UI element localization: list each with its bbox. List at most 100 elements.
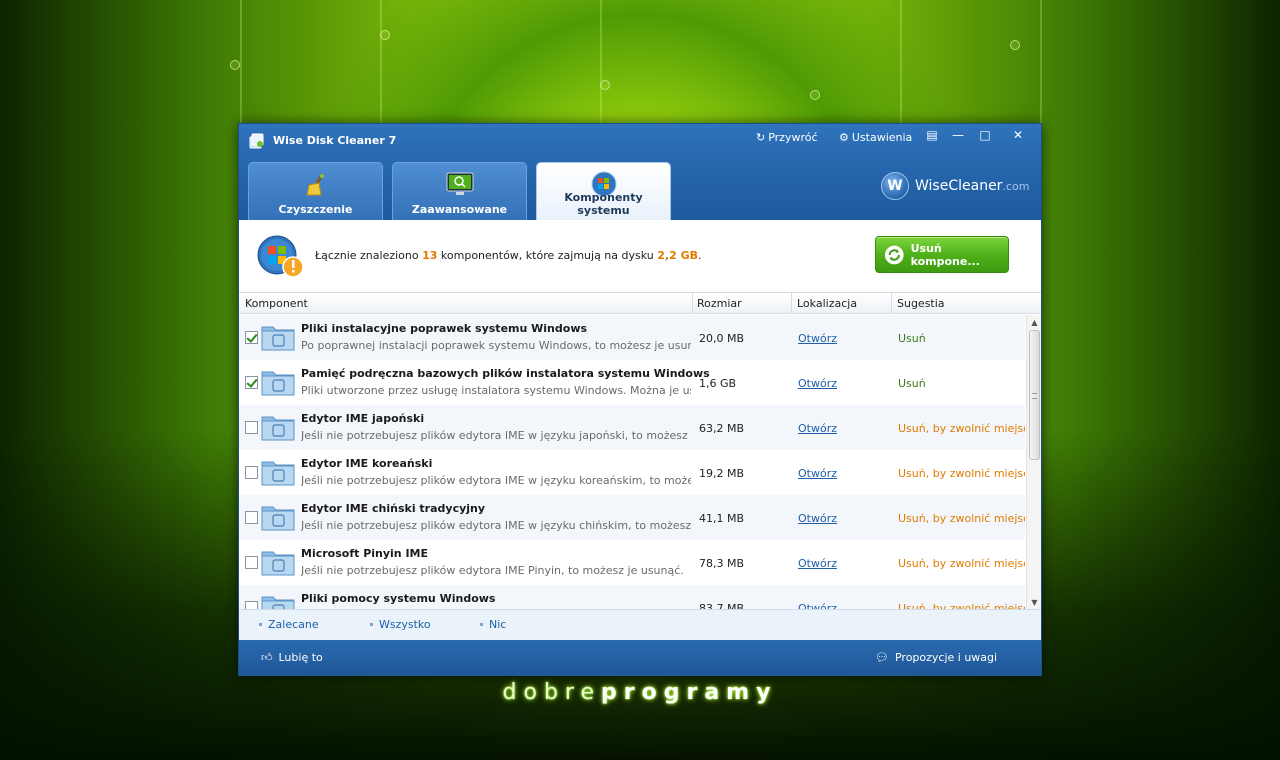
row-open-link[interactable]: Otwórz	[798, 467, 837, 480]
bullet-icon	[370, 623, 373, 626]
wisecleaner-logo[interactable]: W WiseCleaner.com	[881, 172, 1029, 200]
row-size: 63,2 MB	[699, 422, 745, 435]
row-name: Edytor IME koreański	[301, 457, 433, 470]
row-size: 20,0 MB	[699, 332, 745, 345]
menu-icon: ▤	[926, 128, 938, 142]
row-open-link[interactable]: Otwórz	[798, 557, 837, 570]
folder-icon	[261, 461, 295, 486]
app-title: Wise Disk Cleaner 7	[273, 134, 397, 147]
row-open-link[interactable]: Otwórz	[798, 422, 837, 435]
header-component[interactable]: Komponent	[245, 297, 308, 310]
row-size: 83,7 MB	[699, 602, 745, 609]
scroll-grip	[1032, 393, 1037, 399]
row-name: Edytor IME japoński	[301, 412, 425, 425]
select-none-label: Nic	[489, 618, 507, 631]
table-row[interactable]: Edytor IME koreański Jeśli nie potrzebuje…	[239, 450, 1025, 495]
row-checkbox[interactable]	[245, 331, 258, 344]
broom-icon	[305, 173, 324, 196]
summary-count: 13	[422, 249, 438, 262]
row-checkbox[interactable]	[245, 556, 258, 569]
minimize-button[interactable]: —	[945, 125, 971, 145]
background-bubble	[1010, 40, 1020, 50]
logo-suffix: .com	[1002, 180, 1030, 193]
select-all-label: Wszystko	[379, 618, 431, 631]
gear-icon: ⚙	[839, 131, 849, 144]
like-link[interactable]: 👍︎ Lubię to	[261, 651, 323, 664]
row-description: Jeśli nie potrzebujesz plików edytora IM…	[301, 474, 691, 487]
brand-thin: dobre	[502, 680, 602, 705]
folder-icon	[261, 416, 295, 441]
row-checkbox[interactable]	[245, 376, 258, 389]
tab-label: Czyszczenie	[278, 203, 353, 216]
row-size: 41,1 MB	[699, 512, 745, 525]
app-window: Wise Disk Cleaner 7 ↻ Przywróć ⚙ Ustawie…	[238, 123, 1042, 676]
background-bubble	[230, 60, 240, 70]
selection-bar: Zalecane Wszystko Nic	[239, 609, 1041, 640]
like-label: Lubię to	[278, 651, 323, 664]
header-size[interactable]: Rozmiar	[697, 297, 742, 310]
vertical-scrollbar[interactable]: ▲ ▼	[1026, 315, 1041, 609]
remove-components-button[interactable]: Usuń kompone...	[875, 236, 1009, 273]
row-checkbox[interactable]	[245, 421, 258, 434]
tab-cleaning[interactable]: Czyszczenie	[248, 162, 383, 220]
table-row[interactable]: Edytor IME japoński Jeśli nie potrzebujes…	[239, 405, 1025, 450]
summary-size: 2,2 GB	[657, 249, 698, 262]
app-icon	[249, 133, 264, 149]
table-row[interactable]: Pliki instalacyjne poprawek systemu Wind…	[239, 315, 1025, 360]
row-suggestion: Usuń, by zwolnić miejsce	[898, 557, 1025, 570]
monitor-search-icon	[446, 172, 473, 195]
row-description: Jeśli nie potrzebujesz plików edytora IM…	[301, 429, 691, 442]
thumbs-up-icon: 👍︎	[261, 651, 273, 664]
row-open-link[interactable]: Otwórz	[798, 602, 837, 609]
scroll-thumb[interactable]	[1029, 330, 1040, 460]
refresh-icon	[884, 245, 904, 264]
settings-link[interactable]: ⚙ Ustawienia	[839, 131, 912, 144]
remove-button-label: Usuń kompone...	[910, 241, 980, 268]
background-bubble	[810, 90, 820, 100]
folder-icon	[261, 596, 295, 609]
table-row[interactable]: Pamięć podręczna bazowych plików instala…	[239, 360, 1025, 405]
restore-link[interactable]: ↻ Przywróć	[756, 131, 818, 144]
feedback-link[interactable]: 💬︎ Propozycje i uwagi	[875, 651, 997, 664]
column-divider	[791, 293, 792, 314]
row-open-link[interactable]: Otwórz	[798, 377, 837, 390]
row-suggestion: Usuń	[898, 377, 926, 390]
select-recommended-link[interactable]: Zalecane	[259, 618, 319, 631]
logo-name: WiseCleaner	[915, 178, 1003, 194]
row-suggestion: Usuń, by zwolnić miejsce	[898, 602, 1025, 609]
select-all-link[interactable]: Wszystko	[370, 618, 431, 631]
header-location[interactable]: Lokalizacja	[797, 297, 857, 310]
maximize-button[interactable]: □	[972, 125, 998, 145]
table-header: Komponent Rozmiar Lokalizacja Sugestia	[239, 293, 1041, 314]
row-open-link[interactable]: Otwórz	[798, 332, 837, 345]
row-checkbox[interactable]	[245, 601, 258, 609]
scroll-down-button[interactable]: ▼	[1027, 595, 1042, 609]
column-divider	[891, 293, 892, 314]
row-open-link[interactable]: Otwórz	[798, 512, 837, 525]
summary-suffix: .	[697, 249, 702, 262]
windows-warning-icon	[257, 235, 304, 278]
bullet-icon	[259, 623, 262, 626]
maximize-icon: □	[979, 128, 991, 142]
table-row[interactable]: Pliki pomocy systemu Windows 83,7 MB Otwór…	[239, 585, 1025, 609]
row-checkbox[interactable]	[245, 466, 258, 479]
tab-system-components[interactable]: Komponenty systemu	[536, 162, 671, 221]
row-description: Jeśli nie potrzebujesz plików edytora IM…	[301, 564, 684, 577]
row-size: 78,3 MB	[699, 557, 745, 570]
select-none-link[interactable]: Nic	[480, 618, 506, 631]
row-name: Microsoft Pinyin IME	[301, 547, 429, 560]
table-row[interactable]: Edytor IME chiński tradycyjny Jeśli nie p…	[239, 495, 1025, 540]
close-icon: ✕	[1012, 128, 1024, 142]
table-row[interactable]: Microsoft Pinyin IME Jeśli nie potrzebuje…	[239, 540, 1025, 585]
row-description: Pliki utworzone przez usługę instalatora…	[301, 384, 691, 397]
row-suggestion: Usuń	[898, 332, 926, 345]
tab-advanced[interactable]: Zaawansowane	[392, 162, 527, 220]
header-suggestion[interactable]: Sugestia	[897, 297, 945, 310]
close-button[interactable]: ✕	[1005, 125, 1031, 145]
menu-button[interactable]: ▤	[919, 125, 945, 145]
row-size: 19,2 MB	[699, 467, 745, 480]
settings-label: Ustawienia	[851, 131, 913, 144]
footer-bar: 👍︎ Lubię to 💬︎ Propozycje i uwagi	[239, 640, 1041, 676]
row-checkbox[interactable]	[245, 511, 258, 524]
scroll-up-button[interactable]: ▲	[1027, 315, 1042, 329]
